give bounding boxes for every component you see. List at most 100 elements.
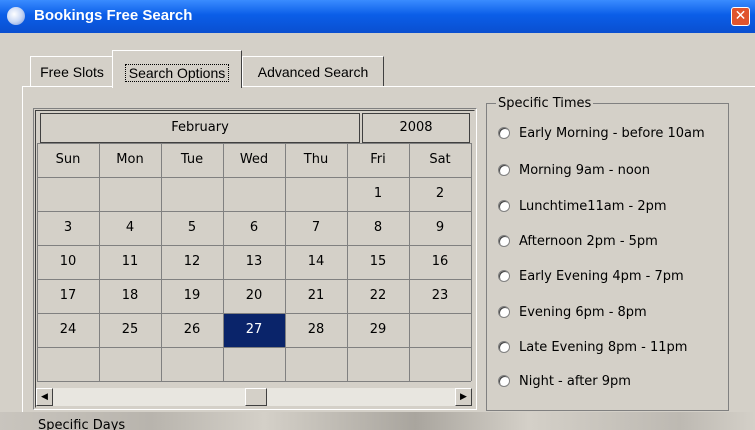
calendar-day-cell[interactable]: 20 bbox=[223, 279, 285, 313]
calendar-day-cell[interactable]: 12 bbox=[161, 245, 223, 279]
calendar-day-cell[interactable]: 28 bbox=[285, 313, 347, 347]
calendar-day-cell[interactable] bbox=[161, 347, 223, 381]
calendar-day-cell[interactable]: 2 bbox=[409, 177, 471, 211]
scroll-left-button[interactable]: ◀ bbox=[36, 388, 53, 406]
calendar-horizontal-scrollbar[interactable]: ◀ ▶ bbox=[36, 388, 472, 406]
radio-button-icon[interactable] bbox=[498, 163, 510, 176]
tab-advanced-search[interactable]: Advanced Search bbox=[242, 56, 384, 86]
calendar-day-cell[interactable]: 11 bbox=[99, 245, 161, 279]
time-option-label: Late Evening 8pm - 11pm bbox=[519, 340, 688, 355]
calendar-day-cell[interactable]: 6 bbox=[223, 211, 285, 245]
scroll-thumb[interactable] bbox=[245, 388, 267, 406]
grid-line bbox=[37, 347, 471, 348]
calendar-day-cell[interactable] bbox=[37, 177, 99, 211]
time-option[interactable]: Late Evening 8pm - 11pm bbox=[498, 338, 687, 358]
calendar-day-cell[interactable]: 1 bbox=[347, 177, 409, 211]
calendar-day-cell[interactable] bbox=[161, 177, 223, 211]
scroll-right-button[interactable]: ▶ bbox=[455, 388, 472, 406]
time-option[interactable]: Afternoon 2pm - 5pm bbox=[498, 232, 658, 252]
calendar-day-cell[interactable] bbox=[223, 177, 285, 211]
tab-search-options-label: Search Options bbox=[124, 64, 230, 82]
weekday-header: Mon bbox=[116, 152, 144, 167]
grid-line bbox=[347, 143, 348, 381]
radio-button-icon[interactable] bbox=[498, 126, 510, 139]
calendar-day-cell[interactable]: 16 bbox=[409, 245, 471, 279]
title-bar[interactable]: Bookings Free Search ✕ bbox=[0, 0, 755, 33]
radio-button-icon[interactable] bbox=[498, 199, 510, 212]
calendar-day-cell[interactable]: 26 bbox=[161, 313, 223, 347]
calendar-day-cell[interactable]: 24 bbox=[37, 313, 99, 347]
time-option-label: Evening 6pm - 8pm bbox=[519, 305, 647, 320]
calendar-day-cell[interactable]: 10 bbox=[37, 245, 99, 279]
calendar-day-cell[interactable]: 19 bbox=[161, 279, 223, 313]
calendar-day-cell[interactable]: 5 bbox=[161, 211, 223, 245]
tab-advanced-search-label: Advanced Search bbox=[257, 64, 369, 80]
calendar-day-cell[interactable]: 18 bbox=[99, 279, 161, 313]
calendar-day-cell[interactable]: 25 bbox=[99, 313, 161, 347]
grid-line bbox=[161, 143, 162, 381]
close-button[interactable]: ✕ bbox=[731, 7, 750, 26]
calendar-day-cell[interactable] bbox=[99, 347, 161, 381]
calendar-day-cell[interactable]: 13 bbox=[223, 245, 285, 279]
grid-line bbox=[37, 143, 38, 381]
calendar-day-cell[interactable]: 8 bbox=[347, 211, 409, 245]
time-option[interactable]: Lunchtime11am - 2pm bbox=[498, 197, 667, 217]
weekday-header: Fri bbox=[370, 152, 386, 167]
radio-button-icon[interactable] bbox=[498, 374, 510, 387]
tab-free-slots-label: Free Slots bbox=[40, 64, 104, 80]
calendar-day-cell[interactable] bbox=[37, 347, 99, 381]
calendar-day-cell[interactable]: 22 bbox=[347, 279, 409, 313]
radio-button-icon[interactable] bbox=[498, 305, 510, 318]
weekday-header: Tue bbox=[180, 152, 204, 167]
calendar-day-cell[interactable]: 14 bbox=[285, 245, 347, 279]
time-option-label: Early Morning - before 10am bbox=[519, 126, 705, 141]
time-option[interactable]: Early Morning - before 10am bbox=[498, 124, 705, 144]
time-option-label: Morning 9am - noon bbox=[519, 163, 651, 178]
calendar-day-cell[interactable] bbox=[347, 347, 409, 381]
calendar-day-cell[interactable]: 4 bbox=[99, 211, 161, 245]
tab-search-options[interactable]: Search Options bbox=[112, 50, 242, 88]
calendar-day-cell[interactable]: 7 bbox=[285, 211, 347, 245]
calendar-day-cell[interactable] bbox=[285, 347, 347, 381]
calendar-day-cell[interactable]: 29 bbox=[347, 313, 409, 347]
grid-line bbox=[471, 143, 472, 381]
calendar-day-cell[interactable]: 23 bbox=[409, 279, 471, 313]
calendar-day-cell[interactable]: 21 bbox=[285, 279, 347, 313]
calendar-day-cell[interactable] bbox=[223, 347, 285, 381]
calendar-day-cell[interactable] bbox=[285, 177, 347, 211]
time-option[interactable]: Evening 6pm - 8pm bbox=[498, 303, 647, 323]
specific-times-legend: Specific Times bbox=[496, 96, 594, 111]
weekday-header: Thu bbox=[303, 152, 329, 167]
time-option-label: Lunchtime11am - 2pm bbox=[519, 199, 667, 214]
weekday-header: Sun bbox=[55, 152, 81, 167]
time-option[interactable]: Morning 9am - noon bbox=[498, 161, 650, 181]
specific-times-group bbox=[486, 103, 729, 411]
scroll-right-icon: ▶ bbox=[460, 392, 467, 402]
tab-free-slots[interactable]: Free Slots bbox=[30, 56, 114, 86]
grid-line bbox=[409, 143, 410, 381]
calendar-day-cell[interactable] bbox=[409, 313, 471, 347]
specific-days-legend: Specific Days bbox=[38, 418, 126, 430]
calendar-day-cell[interactable] bbox=[409, 347, 471, 381]
calendar-day-cell[interactable] bbox=[99, 177, 161, 211]
time-option-label: Early Evening 4pm - 7pm bbox=[519, 269, 684, 284]
grid-line bbox=[37, 381, 471, 382]
calendar-day-cell[interactable]: 15 bbox=[347, 245, 409, 279]
calendar-day-cell[interactable]: 9 bbox=[409, 211, 471, 245]
time-option-label: Night - after 9pm bbox=[519, 374, 631, 389]
grid-line bbox=[285, 143, 286, 381]
month-header[interactable]: February bbox=[40, 113, 360, 143]
grid-line bbox=[37, 279, 471, 280]
grid-line bbox=[223, 143, 224, 381]
time-option[interactable]: Early Evening 4pm - 7pm bbox=[498, 267, 684, 287]
time-option[interactable]: Night - after 9pm bbox=[498, 372, 631, 392]
grid-line bbox=[37, 177, 471, 178]
radio-button-icon[interactable] bbox=[498, 269, 510, 282]
radio-button-icon[interactable] bbox=[498, 234, 510, 247]
calendar-day-selected[interactable]: 27 bbox=[223, 313, 285, 347]
calendar-day-cell[interactable]: 17 bbox=[37, 279, 99, 313]
calendar-day-cell[interactable]: 3 bbox=[37, 211, 99, 245]
radio-button-icon[interactable] bbox=[498, 340, 510, 353]
year-header[interactable]: 2008 bbox=[362, 113, 470, 143]
bookings-free-search-window: Bookings Free Search ✕ Free Slots Search… bbox=[0, 0, 755, 430]
